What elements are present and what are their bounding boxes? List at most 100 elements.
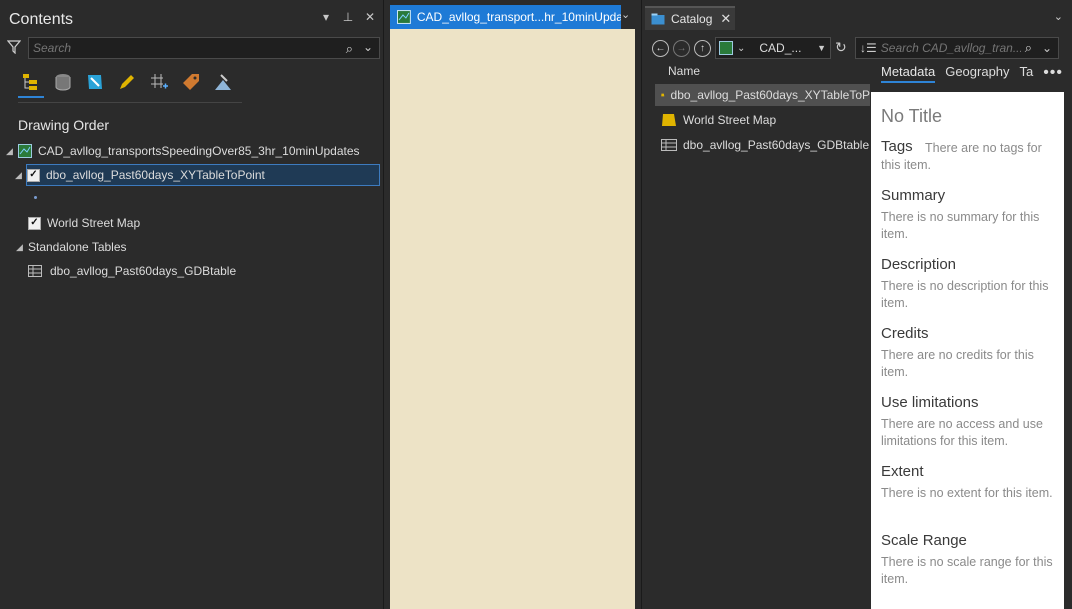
catalog-icon [651,13,665,25]
details-tabs: Metadata Geography Ta [881,64,1033,83]
selection-icon [88,75,102,89]
list-by-drawing-order-button[interactable] [18,68,44,98]
drawing-order-icon [23,74,37,90]
feature-layer-icon [661,93,665,97]
contents-pane: Contents ▾ ⊥ ✕ ⌕ ⌄ Drawing Ord [0,0,384,609]
description-text: There is no description for this item. [881,279,1049,310]
summary-heading: Summary [881,187,946,204]
scale-range-text: There is no scale range for this item. [881,555,1053,586]
contents-search-input[interactable] [29,38,327,58]
layer-row-xytable[interactable]: ◢ ✓ dbo_avllog_Past60days_XYTableToPoint [15,164,380,186]
address-dropdown-icon[interactable]: ▼ [817,43,826,53]
back-icon[interactable]: ← [652,40,669,57]
layer-label: World Street Map [47,216,141,230]
map-view-tab-label: CAD_avllog_transport...hr_10minUpda [416,10,621,24]
tab-list-chevron-icon[interactable]: ⌄ [621,8,630,21]
scale-range-heading: Scale Range [881,532,967,549]
catalog-item[interactable]: World Street Map [655,109,870,131]
map-name: CAD_avllog_transportsSpeedingOver85_3hr_… [38,144,360,158]
map-tree-row[interactable]: ◢ CAD_avllog_transportsSpeedingOver85_3h… [0,140,383,162]
address-chevron-icon[interactable]: ⌄ [737,43,745,54]
list-by-editing-button[interactable] [114,68,140,96]
map-view-tab[interactable]: CAD_avllog_transport...hr_10minUpda [390,5,621,29]
map-icon [719,41,733,55]
catalog-item-label: World Street Map [683,113,777,127]
options-chevron-icon[interactable]: ▾ [319,10,333,24]
up-icon[interactable]: ↑ [694,40,711,57]
extent-heading: Extent [881,463,924,480]
filter-icon[interactable] [7,40,21,54]
extent-text: There is no extent for this item. [881,486,1053,500]
layer-label: dbo_avllog_Past60days_XYTableToPoint [46,168,265,182]
contents-title: Contents [9,11,74,28]
list-by-data-source-button[interactable] [50,68,76,96]
map-icon [397,10,411,24]
collapse-triangle-icon[interactable]: ◢ [15,170,25,181]
database-icon [55,74,71,91]
name-column-header[interactable]: Name [668,64,700,78]
refresh-icon[interactable]: ↻ [835,39,847,56]
search-options-chevron-icon[interactable]: ⌄ [1042,41,1052,55]
close-icon[interactable]: ✕ [363,10,377,24]
label-tag-icon [183,74,199,90]
pin-icon[interactable]: ⊥ [341,10,355,24]
standalone-tables-row[interactable]: ◢ Standalone Tables [0,236,383,258]
catalog-tab-label: Catalog [671,12,713,26]
list-by-labeling-button[interactable] [178,68,204,96]
layer-visibility-checkbox[interactable]: ✓ [28,216,41,230]
contents-search-box: ⌕ ⌄ [28,37,380,59]
map-canvas[interactable] [390,29,635,609]
snapping-grid-icon [151,74,168,89]
tab-list-chevron-icon[interactable]: ⌄ [1054,10,1063,23]
sort-icon[interactable]: ↓☰ [860,41,877,55]
search-icon[interactable]: ⌕ [346,41,353,57]
address-text: CAD_... [759,41,802,55]
metadata-panel: No Title Tags There are no tags for this… [871,92,1064,609]
catalog-search-input[interactable] [876,39,1025,57]
tab-metadata[interactable]: Metadata [881,64,936,83]
tab-geography[interactable]: Geography [945,64,1009,83]
layer-visibility-checkbox[interactable]: ✓ [27,168,40,182]
catalog-tab[interactable]: Catalog ✕ [645,6,735,30]
catalog-item-label: dbo_avllog_Past60days_XYTableToP [670,88,870,102]
layer-icon [662,114,676,126]
table-icon [661,139,677,151]
use-limitations-heading: Use limitations [881,394,979,411]
use-limitations-text: There are no access and use limitations … [881,417,1043,448]
map-icon [18,144,32,158]
catalog-item-label: dbo_avllog_Past60days_GDBtable [683,138,870,152]
layer-row-world-street-map[interactable]: ✓ World Street Map [28,212,328,234]
standalone-tables-label: Standalone Tables [28,240,127,254]
contents-header-icons: ▾ ⊥ ✕ [319,10,377,24]
list-by-selection-button[interactable] [82,68,108,96]
list-by-perspective-button[interactable] [210,68,236,96]
more-options-icon[interactable]: ••• [1043,64,1063,82]
catalog-item[interactable]: dbo_avllog_Past60days_XYTableToP [655,84,870,106]
collapse-triangle-icon[interactable]: ◢ [16,242,26,253]
collapse-triangle-icon[interactable]: ◢ [6,146,16,157]
credits-heading: Credits [881,325,929,342]
tags-text: There are no tags for this item. [881,141,1042,172]
credits-text: There are no credits for this item. [881,348,1034,379]
list-by-snapping-button[interactable] [146,68,172,96]
tab-table[interactable]: Ta [1020,64,1034,83]
catalog-address-bar[interactable]: ⌄ CAD_... ▼ [715,37,831,59]
search-icon[interactable]: ⌕ [1025,40,1032,56]
search-options-chevron-icon[interactable]: ⌄ [363,40,373,54]
point-symbol-icon [34,196,37,199]
catalog-search-box: ↓☰ ⌕ ⌄ [855,37,1059,59]
metadata-title: No Title [881,106,943,126]
contents-toolbar [18,68,236,98]
table-icon [28,265,42,277]
perspective-icon [215,74,231,90]
drawing-order-heading: Drawing Order [18,117,110,133]
catalog-pane: Catalog ✕ ⌄ ← → ↑ ⌄ CAD_... ▼ ↻ ↓☰ ⌕ ⌄ N… [641,0,1072,609]
close-icon[interactable]: ✕ [720,11,731,27]
table-label: dbo_avllog_Past60days_GDBtable [50,264,237,278]
summary-text: There is no summary for this item. [881,210,1040,241]
description-heading: Description [881,256,957,273]
standalone-table-row[interactable]: dbo_avllog_Past60days_GDBtable [28,260,328,282]
toolbar-divider [18,102,242,103]
catalog-item[interactable]: dbo_avllog_Past60days_GDBtable [655,134,870,156]
forward-icon[interactable]: → [673,40,690,57]
